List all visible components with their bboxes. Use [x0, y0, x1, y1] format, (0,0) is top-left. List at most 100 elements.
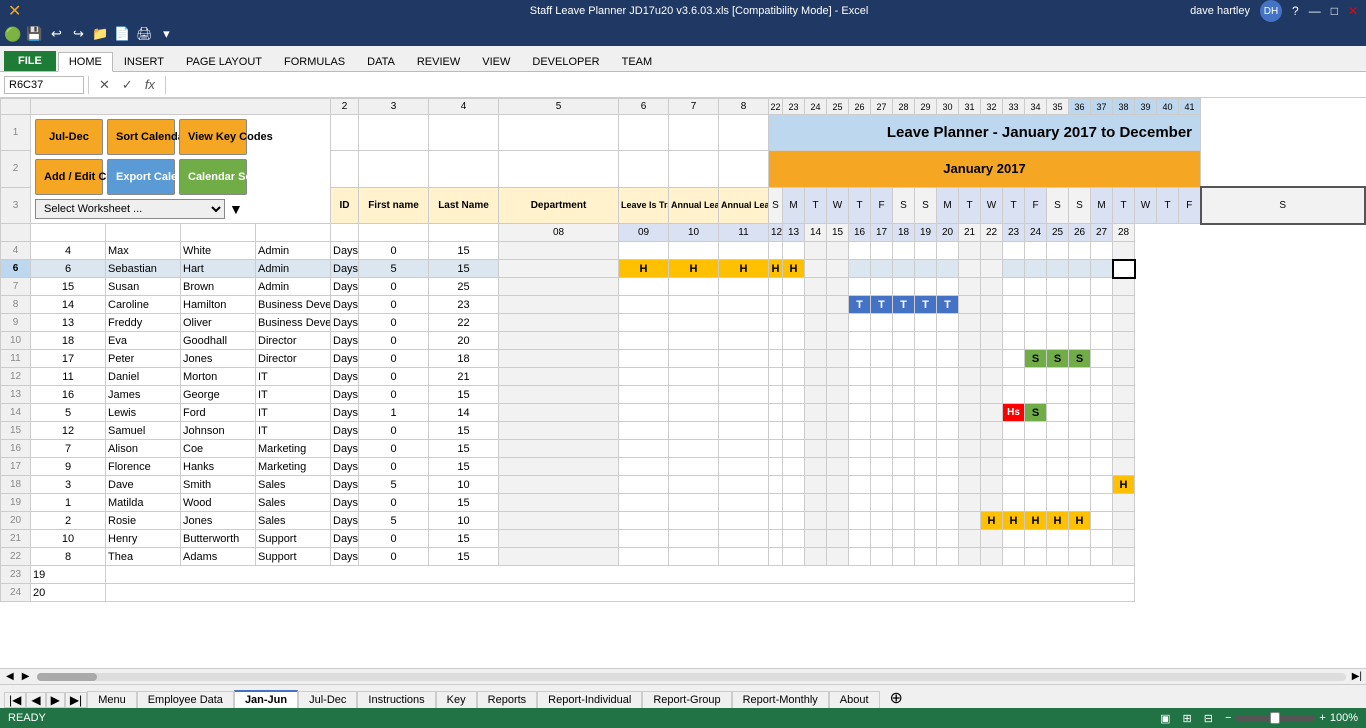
cal-4-20[interactable] — [937, 242, 959, 260]
cell-r1-fn[interactable] — [359, 115, 429, 151]
cell-7-id[interactable]: 15 — [31, 278, 106, 296]
zoom-thumb[interactable] — [1270, 712, 1280, 724]
cal-6-16[interactable] — [849, 260, 871, 278]
cal-6-23[interactable] — [1003, 260, 1025, 278]
save-btn[interactable]: 💾 — [25, 25, 43, 43]
scroll-right-btn[interactable]: ▶ — [18, 671, 34, 682]
help-btn[interactable]: ? — [1292, 4, 1299, 18]
tab-report-monthly[interactable]: Report-Monthly — [732, 691, 829, 708]
cell-r2-ln[interactable] — [429, 151, 499, 187]
insert-function-btn[interactable]: fx — [139, 77, 161, 92]
tab-about[interactable]: About — [829, 691, 880, 708]
cancel-formula-btn[interactable]: ✕ — [93, 77, 116, 93]
new-btn[interactable]: 📄 — [113, 25, 131, 43]
confirm-formula-btn[interactable]: ✓ — [116, 77, 139, 93]
cell-6-ln[interactable]: Hart — [181, 260, 256, 278]
cell-4-fn[interactable]: Max — [106, 242, 181, 260]
cal-6-18[interactable] — [893, 260, 915, 278]
cell-r2-dept[interactable] — [499, 151, 619, 187]
cal-6-17[interactable] — [871, 260, 893, 278]
cal-4-14[interactable] — [805, 242, 827, 260]
minimize-btn[interactable]: — — [1309, 4, 1321, 18]
cell-6-dept[interactable]: Admin — [256, 260, 331, 278]
tab-data[interactable]: DATA — [356, 52, 406, 71]
cal-4-11[interactable] — [719, 242, 769, 260]
cell-r2-fn[interactable] — [359, 151, 429, 187]
cal-14-29[interactable]: Hs — [1003, 404, 1025, 422]
view-normal-btn[interactable]: ▣ — [1160, 712, 1170, 725]
add-edit-comments-btn[interactable]: Add / Edit Comments — [35, 159, 103, 195]
tab-jan-jun[interactable]: Jan-Jun — [234, 690, 298, 708]
cal-6-22[interactable] — [981, 260, 1003, 278]
redo-btn[interactable]: ↪ — [69, 25, 87, 43]
zoom-in-btn[interactable]: + — [1319, 712, 1325, 724]
zoom-slider[interactable] — [1235, 715, 1315, 721]
close-btn[interactable]: ✕ — [1348, 4, 1358, 18]
maximize-btn[interactable]: □ — [1331, 4, 1338, 18]
sort-calendar-btn[interactable]: Sort Calendar — [107, 119, 175, 155]
worksheet-dropdown[interactable]: Select Worksheet ... — [35, 199, 225, 219]
tab-menu[interactable]: Menu — [87, 691, 137, 708]
cell-7-tk[interactable]: 0 — [359, 278, 429, 296]
cell-r1-tk[interactable] — [669, 115, 719, 151]
cell-6-rm[interactable]: 15 — [429, 260, 499, 278]
cal-6-12[interactable]: H — [769, 260, 783, 278]
cal-4-24[interactable] — [1025, 242, 1047, 260]
cal-20-32[interactable]: H — [1047, 512, 1069, 530]
cal-20-30[interactable]: H — [1003, 512, 1025, 530]
cal-6-15[interactable] — [827, 260, 849, 278]
cell-7-dept[interactable]: Admin — [256, 278, 331, 296]
cal-6-28-selected[interactable] — [1113, 260, 1135, 278]
cell-6-tk[interactable]: 5 — [359, 260, 429, 278]
cal-20-31[interactable]: H — [1025, 512, 1047, 530]
tab-scroll-end[interactable]: ▶| — [65, 692, 87, 708]
cell-r2-rm[interactable] — [719, 151, 769, 187]
cell-7-tr[interactable]: Days — [331, 278, 359, 296]
cell-4-id[interactable]: 4 — [31, 242, 106, 260]
cal-4-13[interactable] — [783, 242, 805, 260]
cal-6-25[interactable] — [1047, 260, 1069, 278]
cal-4-10[interactable] — [669, 242, 719, 260]
cal-4-08[interactable] — [499, 242, 619, 260]
tab-formulas[interactable]: FORMULAS — [273, 52, 356, 71]
tab-employee-data[interactable]: Employee Data — [137, 691, 234, 708]
cell-6-tr[interactable]: Days — [331, 260, 359, 278]
cal-4-19[interactable] — [915, 242, 937, 260]
qa-more[interactable]: ▾ — [157, 25, 175, 43]
scroll-end-btn[interactable]: ▶| — [1350, 671, 1364, 682]
cal-6-13[interactable]: H — [783, 260, 805, 278]
view-key-codes-btn[interactable]: View Key Codes — [179, 119, 247, 155]
cal-6-20[interactable] — [937, 260, 959, 278]
cal-4-23[interactable] — [1003, 242, 1025, 260]
tab-pagelayout[interactable]: PAGE LAYOUT — [175, 52, 273, 71]
tab-insert[interactable]: INSERT — [113, 52, 175, 71]
view-layout-btn[interactable]: ⊞ — [1183, 712, 1192, 725]
formula-input[interactable] — [170, 77, 1362, 93]
tab-home[interactable]: HOME — [58, 52, 113, 72]
name-box[interactable]: R6C37 — [4, 76, 84, 94]
tab-key[interactable]: Key — [436, 691, 477, 708]
zoom-out-btn[interactable]: − — [1225, 712, 1231, 724]
print-btn[interactable]: 🖨 — [135, 25, 153, 43]
cal-20-29[interactable]: H — [981, 512, 1003, 530]
calendar-settings-btn[interactable]: Calendar Settings — [179, 159, 247, 195]
cal-6-27[interactable] — [1091, 260, 1113, 278]
tab-review[interactable]: REVIEW — [406, 52, 471, 71]
cell-r1-dept[interactable] — [499, 115, 619, 151]
cal-6-10[interactable]: H — [669, 260, 719, 278]
cal-4-26[interactable] — [1069, 242, 1091, 260]
tab-report-individual[interactable]: Report-Individual — [537, 691, 642, 708]
cal-4-22[interactable] — [981, 242, 1003, 260]
cell-7-fn[interactable]: Susan — [106, 278, 181, 296]
cell-r1-ln[interactable] — [429, 115, 499, 151]
tab-report-group[interactable]: Report-Group — [642, 691, 731, 708]
cal-4-18[interactable] — [893, 242, 915, 260]
view-page-break-btn[interactable]: ⊟ — [1204, 712, 1213, 725]
cal-6-26[interactable] — [1069, 260, 1091, 278]
cal-4-17[interactable] — [871, 242, 893, 260]
cal-4-21[interactable] — [959, 242, 981, 260]
cal-4-28[interactable] — [1113, 242, 1135, 260]
tab-team[interactable]: TEAM — [611, 52, 664, 71]
cell-r1-id[interactable] — [331, 115, 359, 151]
cal-4-16[interactable] — [849, 242, 871, 260]
